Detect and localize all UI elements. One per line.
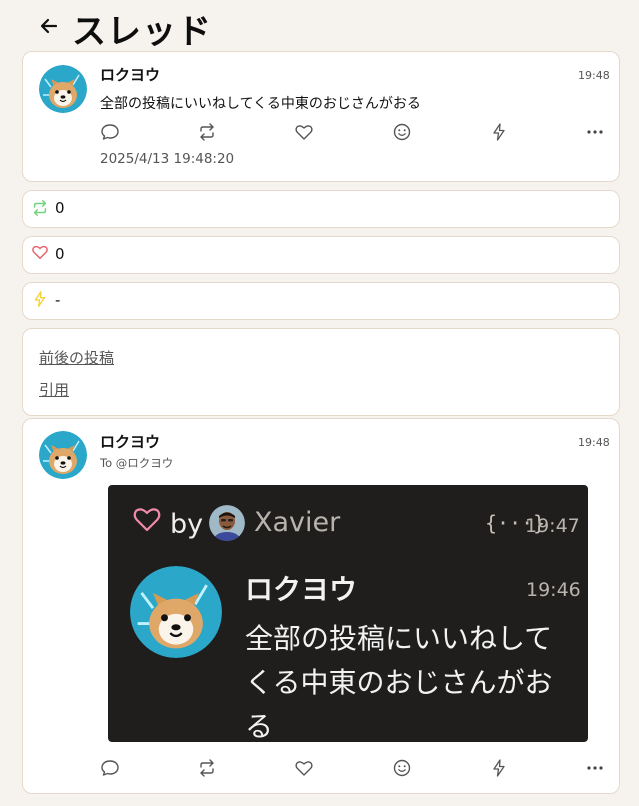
heart-icon xyxy=(295,761,313,776)
page-title: スレッド xyxy=(72,12,212,52)
more-button[interactable] xyxy=(585,758,605,778)
avatar[interactable] xyxy=(39,431,87,479)
avatar[interactable] xyxy=(39,65,87,113)
renote-count-row[interactable]: 0 xyxy=(22,190,620,228)
heart-icon xyxy=(295,125,313,140)
like-button[interactable] xyxy=(294,122,314,142)
boost-count: - xyxy=(55,291,61,309)
repeat-icon xyxy=(200,759,214,777)
embedded-text: 全部の投稿にいいねしてくる中東のおじさんがおる xyxy=(245,622,553,742)
embedded-time: 19:46 xyxy=(526,579,581,601)
reaction-count-row[interactable]: 0 xyxy=(22,236,620,274)
more-dots-icon xyxy=(587,766,603,770)
boost-count-row[interactable]: - xyxy=(22,282,620,320)
smile-icon xyxy=(393,759,411,777)
reply-to-label[interactable]: To @ロクヨウ xyxy=(100,455,173,471)
reply-icon xyxy=(101,124,119,140)
bolt-icon xyxy=(34,291,46,307)
by-label: by xyxy=(170,509,204,540)
reply-button[interactable] xyxy=(100,122,120,142)
more-button[interactable] xyxy=(585,122,605,142)
reply-card: ロクヨウ 19:48 To @ロクヨウ by Xavier {···} 19:4… xyxy=(22,418,620,794)
heart-icon xyxy=(133,508,161,532)
renoter-name: Xavier xyxy=(254,507,341,538)
around-posts-link[interactable]: 前後の投稿 xyxy=(39,347,114,368)
heart-icon xyxy=(32,245,48,260)
quote-link[interactable]: 引用 xyxy=(39,379,69,400)
bolt-icon xyxy=(493,123,505,141)
renote-button[interactable] xyxy=(197,758,217,778)
renote-button[interactable] xyxy=(197,122,217,142)
back-arrow-icon[interactable] xyxy=(38,15,60,37)
reply-button[interactable] xyxy=(100,758,120,778)
reaction-button[interactable] xyxy=(392,122,412,142)
bolt-icon xyxy=(493,759,505,777)
boost-button[interactable] xyxy=(489,758,509,778)
repeat-icon xyxy=(200,123,214,141)
username[interactable]: ロクヨウ xyxy=(100,64,160,85)
avatar xyxy=(209,505,245,541)
embedded-image[interactable]: by Xavier {···} 19:47 ロクヨウ 19:46 全部の投稿にい… xyxy=(108,485,588,742)
smile-icon xyxy=(393,123,411,141)
more-dots-icon xyxy=(587,130,603,134)
note-card: ロクヨウ 19:48 全部の投稿にいいねしてくる中東のおじさんがおる 2025/… xyxy=(22,51,620,182)
reply-actions xyxy=(100,758,605,780)
note-text: 全部の投稿にいいねしてくる中東のおじさんがおる xyxy=(100,96,421,112)
reaction-count: 0 xyxy=(55,245,65,263)
repeat-icon xyxy=(33,200,47,216)
renote-count: 0 xyxy=(55,199,65,217)
reply-icon xyxy=(101,760,119,776)
page-header: スレッド xyxy=(0,0,639,52)
username[interactable]: ロクヨウ xyxy=(100,431,160,452)
note-actions xyxy=(100,122,605,144)
note-time[interactable]: 19:48 xyxy=(578,69,610,82)
links-card: 前後の投稿 引用 xyxy=(22,328,620,416)
reply-time[interactable]: 19:48 xyxy=(578,436,610,449)
note-datetime: 2025/4/13 19:48:20 xyxy=(100,151,235,167)
boost-button[interactable] xyxy=(489,122,509,142)
avatar xyxy=(130,566,222,658)
embedded-username: ロクヨウ xyxy=(245,573,358,606)
reaction-button[interactable] xyxy=(392,758,412,778)
renote-time: 19:47 xyxy=(525,515,580,537)
like-button[interactable] xyxy=(294,758,314,778)
